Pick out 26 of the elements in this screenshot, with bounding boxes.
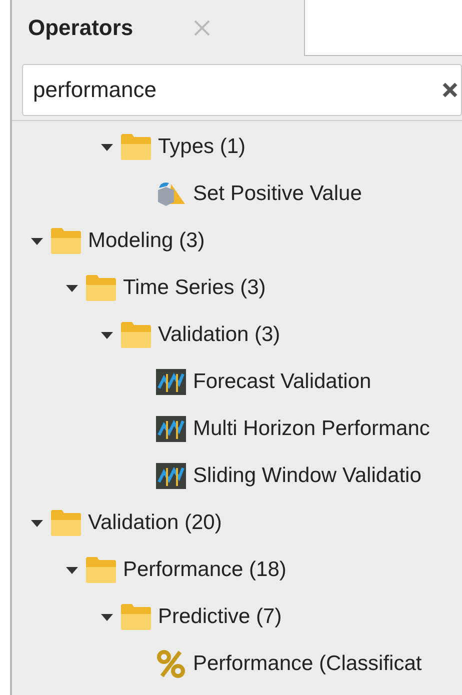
cube-icon bbox=[155, 180, 187, 208]
tree-item[interactable]: Types (1) bbox=[158, 134, 246, 158]
tree-item[interactable]: Set Positive Value bbox=[193, 182, 362, 206]
folder-icon bbox=[50, 226, 82, 254]
tree-item[interactable]: Validation (20) bbox=[88, 510, 222, 534]
tree-item[interactable]: Predictive (7) bbox=[158, 604, 282, 628]
tree-item[interactable]: Performance (Classificat bbox=[193, 652, 422, 676]
folder-icon bbox=[120, 132, 152, 160]
tree-item[interactable]: Forecast Validation bbox=[193, 370, 372, 394]
folder-icon bbox=[85, 274, 117, 302]
tree-item[interactable]: Performance (18) bbox=[123, 558, 286, 582]
tree-item[interactable]: Sliding Window Validatio bbox=[193, 464, 422, 488]
folder-icon bbox=[120, 602, 152, 630]
tree-item[interactable]: Validation (3) bbox=[158, 322, 280, 346]
tree-item[interactable]: Multi Horizon Performanc bbox=[193, 416, 430, 440]
folder-icon bbox=[50, 508, 82, 536]
chart-icon bbox=[155, 462, 187, 490]
percent-icon bbox=[155, 650, 187, 678]
search-field[interactable]: performance bbox=[22, 64, 462, 116]
tree-item[interactable]: Modeling (3) bbox=[88, 228, 205, 252]
chart-icon bbox=[155, 414, 187, 442]
clear-icon[interactable] bbox=[442, 82, 458, 98]
folder-icon bbox=[120, 320, 152, 348]
tree-item[interactable]: Time Series (3) bbox=[123, 276, 266, 300]
chart-icon bbox=[155, 368, 187, 396]
folder-icon bbox=[85, 556, 117, 584]
